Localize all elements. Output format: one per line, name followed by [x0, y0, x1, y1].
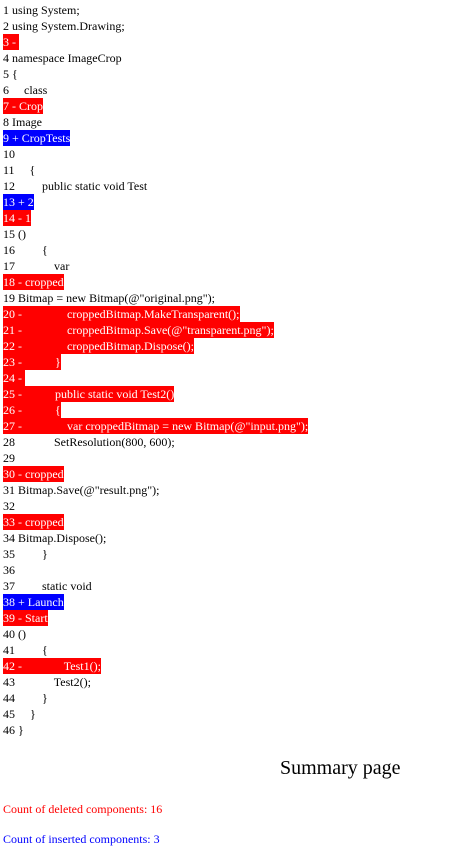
context-line: 37 static void — [3, 578, 308, 594]
context-line-text: 6 class — [3, 83, 48, 97]
context-line: 2 using System.Drawing; — [3, 18, 308, 34]
context-line: 4 namespace ImageCrop — [3, 50, 308, 66]
context-line: 16 { — [3, 242, 308, 258]
inserted-line-text: 9 + CropTests — [3, 130, 71, 146]
deleted-line-text: 26 - { — [3, 402, 61, 418]
deleted-line: 25 - public static void Test2() — [3, 386, 308, 402]
context-line: 35 } — [3, 546, 308, 562]
context-line: 12 public static void Test — [3, 178, 308, 194]
inserted-count-text: Count of inserted components: 3 — [3, 832, 160, 846]
context-line: 46 } — [3, 722, 308, 738]
context-line-text: 31 Bitmap.Save(@"result.png"); — [3, 483, 160, 497]
context-line: 29 — [3, 450, 308, 466]
context-line-text: 16 { — [3, 243, 48, 257]
context-line-text: 45 } — [3, 707, 36, 721]
deleted-line: 22 - croppedBitmap.Dispose(); — [3, 338, 308, 354]
deleted-line-text: 33 - cropped — [3, 514, 64, 530]
context-line: 40 () — [3, 626, 308, 642]
deleted-line: 33 - cropped — [3, 514, 308, 530]
deleted-line-text: 24 - — [3, 370, 25, 386]
context-line-text: 35 } — [3, 547, 48, 561]
context-line-text: 34 Bitmap.Dispose(); — [3, 531, 107, 545]
context-line: 36 — [3, 562, 308, 578]
deleted-line-text: 22 - croppedBitmap.Dispose(); — [3, 338, 194, 354]
deleted-line: 21 - croppedBitmap.Save(@"transparent.pn… — [3, 322, 308, 338]
inserted-line: 13 + 2 — [3, 194, 308, 210]
deleted-line-text: 18 - cropped — [3, 274, 64, 290]
context-line-text: 2 using System.Drawing; — [3, 19, 125, 33]
context-line: 6 class — [3, 82, 308, 98]
context-line: 34 Bitmap.Dispose(); — [3, 530, 308, 546]
deleted-line-text: 7 - Crop — [3, 98, 43, 114]
deleted-line: 24 - — [3, 370, 308, 386]
context-line-text: 46 } — [3, 723, 24, 737]
inserted-line: 38 + Launch — [3, 594, 308, 610]
deleted-count-text: Count of deleted components: 16 — [3, 802, 163, 816]
context-line: 19 Bitmap = new Bitmap(@"original.png"); — [3, 290, 308, 306]
deleted-line: 7 - Crop — [3, 98, 308, 114]
context-line: 45 } — [3, 706, 308, 722]
context-line-text: 41 { — [3, 643, 48, 657]
deleted-line-text: 30 - cropped — [3, 466, 64, 482]
context-line-text: 36 — [3, 563, 15, 577]
context-line-text: 28 SetResolution(800, 600); — [3, 435, 175, 449]
context-line-text: 10 — [3, 147, 15, 161]
context-line: 5 { — [3, 66, 308, 82]
deleted-line-text: 42 - Test1(); — [3, 658, 101, 674]
context-line-text: 11 { — [3, 163, 36, 177]
context-line-text: 15 () — [3, 227, 26, 241]
deleted-line: 42 - Test1(); — [3, 658, 308, 674]
context-line-text: 1 using System; — [3, 3, 80, 17]
context-line-text: 5 { — [3, 67, 18, 81]
deleted-line-text: 21 - croppedBitmap.Save(@"transparent.pn… — [3, 322, 274, 338]
deleted-line: 27 - var croppedBitmap = new Bitmap(@"in… — [3, 418, 309, 434]
inserted-line-text: 13 + 2 — [3, 194, 34, 210]
deleted-line-text: 27 - var croppedBitmap = new Bitmap(@"in… — [3, 418, 309, 434]
context-line-text: 8 Image — [3, 115, 42, 129]
summary-title: Summary page — [280, 757, 401, 779]
deleted-line: 20 - croppedBitmap.MakeTransparent(); — [3, 306, 308, 322]
deleted-line-text: 25 - public static void Test2() — [3, 386, 175, 402]
context-line: 15 () — [3, 226, 308, 242]
context-line: 32 — [3, 498, 308, 514]
context-line-text: 12 public static void Test — [3, 179, 148, 193]
context-line: 11 { — [3, 162, 308, 178]
deleted-line-text: 3 - — [3, 34, 19, 50]
deleted-line-text: 39 - Start — [3, 610, 48, 626]
context-line-text: 19 Bitmap = new Bitmap(@"original.png"); — [3, 291, 215, 305]
context-line-text: 40 () — [3, 627, 26, 641]
deleted-line: 30 - cropped — [3, 466, 308, 482]
context-line: 1 using System; — [3, 2, 308, 18]
context-line-text: 29 — [3, 451, 15, 465]
context-line-text: 44 } — [3, 691, 48, 705]
context-line: 43 Test2(); — [3, 674, 308, 690]
deleted-line: 14 - 1 — [3, 210, 308, 226]
context-line: 41 { — [3, 642, 308, 658]
deleted-line: 39 - Start — [3, 610, 308, 626]
inserted-line: 9 + CropTests — [3, 130, 308, 146]
deleted-line: 23 - } — [3, 354, 308, 370]
context-line-text: 32 — [3, 499, 15, 513]
context-line: 17 var — [3, 258, 308, 274]
deleted-line-text: 23 - } — [3, 354, 61, 370]
context-line: 8 Image — [3, 114, 308, 130]
context-line: 44 } — [3, 690, 308, 706]
deleted-line-text: 20 - croppedBitmap.MakeTransparent(); — [3, 306, 240, 322]
context-line-text: 4 namespace ImageCrop — [3, 51, 122, 65]
diff-listing: 1 using System; 2 using System.Drawing; 3 … — [3, 2, 309, 738]
context-line-text: 37 static void — [3, 579, 92, 593]
deleted-line: 3 - — [3, 34, 308, 50]
context-line: 10 — [3, 146, 308, 162]
context-line: 28 SetResolution(800, 600); — [3, 434, 308, 450]
context-line-text: 43 Test2(); — [3, 675, 91, 689]
context-line-text: 17 var — [3, 259, 70, 273]
deleted-line: 18 - cropped — [3, 274, 308, 290]
deleted-line-text: 14 - 1 — [3, 210, 31, 226]
deleted-line: 26 - { — [3, 402, 308, 418]
inserted-line-text: 38 + Launch — [3, 594, 64, 610]
context-line: 31 Bitmap.Save(@"result.png"); — [3, 482, 308, 498]
